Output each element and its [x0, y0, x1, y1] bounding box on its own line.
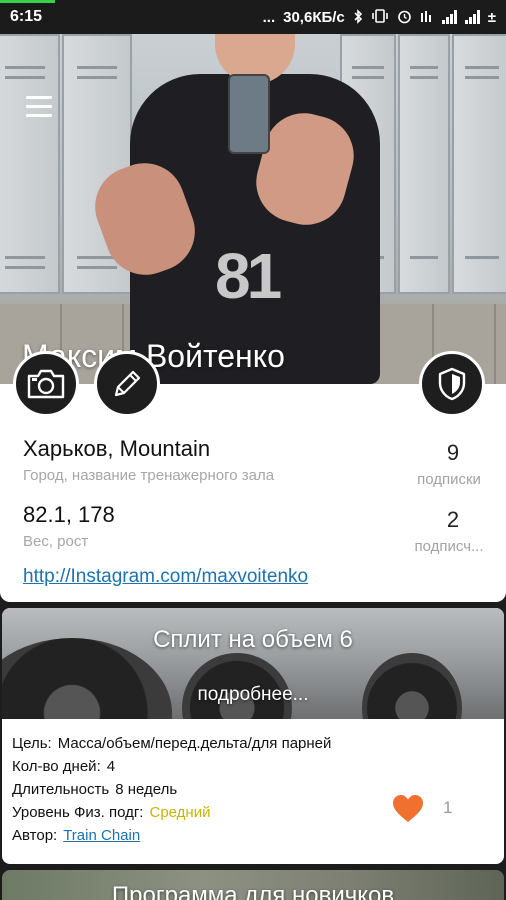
program-duration: Длительность 8 недель: [12, 781, 177, 798]
heart-icon[interactable]: [392, 794, 424, 824]
status-time: 6:15: [10, 8, 43, 25]
alarm-icon: [397, 9, 412, 26]
edit-profile-button[interactable]: [94, 351, 160, 417]
camera-icon: [27, 369, 65, 399]
signal-icon: [441, 10, 457, 24]
camera-button[interactable]: [13, 351, 79, 417]
jersey-number-graphic: 81: [215, 240, 282, 312]
level-label: Уровень Физ. подг:: [12, 804, 144, 821]
level-value: Средний: [149, 804, 211, 821]
following-count[interactable]: 9: [408, 440, 498, 466]
locker-4: [398, 34, 450, 294]
goal-label: Цель:: [12, 735, 52, 752]
network-speed: 30,6КБ/с: [283, 8, 345, 26]
program-goal: Цель: Масса/объем/перед.дельта/для парней: [12, 735, 331, 752]
shield-icon: [438, 367, 466, 401]
days-label: Кол-во дней:: [12, 758, 101, 775]
like-count: 1: [443, 798, 453, 817]
duration-value: 8 недель: [115, 781, 178, 798]
followers-label[interactable]: подписч...: [404, 538, 494, 555]
bluetooth-icon: [353, 8, 363, 26]
following-label[interactable]: подписки: [404, 471, 494, 488]
next-program-title: Программа для новичков: [111, 882, 395, 900]
privacy-button[interactable]: [419, 351, 485, 417]
program-banner[interactable]: Сплит на объем 6 подробнее...: [2, 608, 504, 719]
goal-value: Масса/объем/перед.дельта/для парней: [57, 735, 332, 752]
pencil-icon: [114, 370, 141, 397]
city-gym-hint: Город, название тренажерного зала: [23, 467, 275, 484]
notification-indicator: [0, 0, 55, 3]
program-card[interactable]: Сплит на объем 6 подробнее... Цель: Масса…: [2, 608, 504, 864]
cover-photo[interactable]: 81 Максим Войтенко: [0, 34, 506, 384]
instagram-link[interactable]: http://Instagram.com/maxvoitenko: [23, 566, 308, 588]
program-title: Сплит на объем 6: [153, 626, 353, 653]
days-value: 4: [106, 758, 116, 775]
status-dots: ...: [262, 8, 276, 26]
program-days: Кол-во дней: 4: [12, 758, 115, 775]
next-program-card[interactable]: Программа для новичков: [2, 870, 504, 900]
vibrate-icon: [371, 9, 389, 25]
data-arrows-icon: ±: [487, 8, 496, 26]
program-author: Автор: Train Chain: [12, 827, 140, 844]
profile-card: Харьков, Mountain Город, название тренаж…: [0, 384, 506, 602]
phone-in-photo: [228, 74, 270, 154]
followers-count[interactable]: 2: [408, 507, 498, 533]
wifi-bars-icon: [420, 9, 434, 25]
weight-height-hint: Вес, рост: [23, 533, 89, 550]
status-bar: 6:15 ... 30,6КБ/с ±: [0, 0, 506, 34]
status-right: ... 30,6КБ/с ±: [263, 9, 496, 26]
program-more-link[interactable]: подробнее...: [2, 684, 504, 706]
program-level: Уровень Физ. подг: Средний: [12, 804, 210, 821]
app-screen: 6:15 ... 30,6КБ/с ± 81 Максим Войтенко Х…: [0, 0, 506, 900]
weight-height[interactable]: 82.1, 178: [23, 502, 115, 528]
author-link[interactable]: Train Chain: [63, 827, 140, 844]
hamburger-menu-icon[interactable]: [26, 96, 52, 118]
duration-label: Длительность: [12, 781, 110, 798]
locker-1: [0, 34, 60, 294]
signal-icon-2: [464, 10, 480, 24]
locker-5: [452, 34, 506, 294]
author-label: Автор:: [12, 827, 58, 844]
city-gym[interactable]: Харьков, Mountain: [23, 436, 210, 462]
